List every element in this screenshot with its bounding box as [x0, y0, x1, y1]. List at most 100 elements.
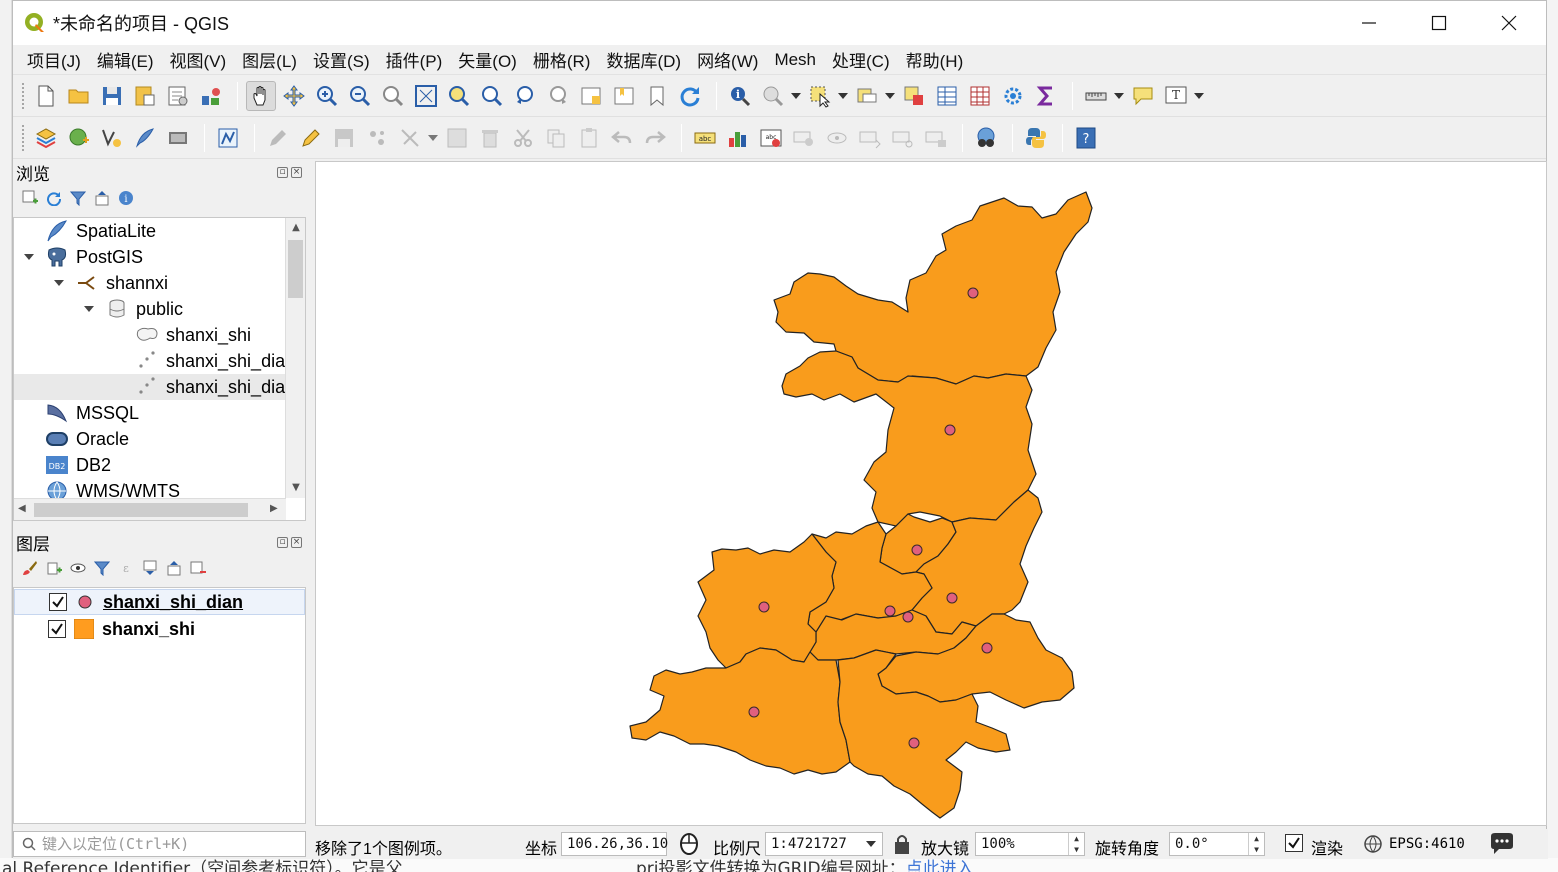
add-group-button[interactable]: [45, 559, 63, 577]
python-console-button[interactable]: [1021, 123, 1051, 153]
measure-line-button[interactable]: [1081, 81, 1111, 111]
remove-layer-button[interactable]: [189, 559, 207, 577]
cut-features-button[interactable]: [508, 123, 538, 153]
text-annotation-button[interactable]: T: [1161, 81, 1191, 111]
messages-icon[interactable]: [1489, 832, 1515, 856]
tree-item-db2[interactable]: DB2 DB2: [14, 452, 286, 478]
collapse-all-button[interactable]: [93, 189, 111, 207]
menu-layer[interactable]: 图层(L): [234, 47, 305, 72]
digitize-line-button[interactable]: [130, 123, 160, 153]
print-layout-button[interactable]: [163, 81, 193, 111]
tree-item-polygon-layer[interactable]: shanxi_shi: [14, 322, 286, 348]
menu-vector[interactable]: 矢量(O): [450, 47, 525, 72]
vertex-tool-dropdown[interactable]: [428, 123, 438, 153]
chevron-down-icon[interactable]: [24, 252, 34, 262]
city-point-marker[interactable]: [967, 287, 979, 299]
tree-item-connection[interactable]: shannxi: [14, 270, 286, 296]
lock-icon[interactable]: [893, 833, 911, 855]
tree-item-point-layer-selected[interactable]: shanxi_shi_dia: [14, 374, 286, 400]
tree-item-oracle[interactable]: Oracle: [14, 426, 286, 452]
zoom-native-button[interactable]: [378, 81, 408, 111]
scroll-left-icon[interactable]: ◀: [18, 503, 30, 514]
close-panel-button[interactable]: ×: [291, 166, 302, 178]
spin-arrows-icon[interactable]: ▲ ▼: [1248, 833, 1264, 855]
city-point-marker[interactable]: [884, 605, 896, 617]
refresh-browser-button[interactable]: [45, 189, 63, 207]
new-map-view-button[interactable]: [576, 81, 606, 111]
chevron-down-icon[interactable]: [84, 304, 94, 314]
zoom-full-button[interactable]: [411, 81, 441, 111]
open-project-button[interactable]: [64, 81, 94, 111]
float-panel-button[interactable]: ▫: [277, 166, 288, 178]
scrollbar-thumb[interactable]: [288, 240, 303, 298]
chevron-down-icon[interactable]: [54, 278, 64, 288]
crs-label[interactable]: EPSG:4610: [1389, 836, 1465, 852]
toolbar-grip[interactable]: [21, 81, 25, 110]
menu-processing[interactable]: 处理(C): [824, 47, 898, 72]
actions-button[interactable]: [758, 81, 788, 111]
scroll-down-icon[interactable]: ▼: [290, 482, 302, 494]
zoom-next-button[interactable]: [543, 81, 573, 111]
virtual-layer-button[interactable]: [163, 123, 193, 153]
processing-toolbox-button[interactable]: [998, 81, 1028, 111]
data-source-manager-button[interactable]: [31, 123, 61, 153]
browser-horizontal-scrollbar[interactable]: ◀ ▶: [14, 498, 286, 520]
save-edits-button[interactable]: [329, 123, 359, 153]
menu-web[interactable]: 网络(W): [689, 47, 766, 72]
select-dropdown[interactable]: [838, 81, 848, 111]
maximize-button[interactable]: [1404, 1, 1474, 45]
field-calculator-button[interactable]: [965, 81, 995, 111]
scroll-right-icon[interactable]: ▶: [270, 503, 282, 514]
city-point-marker[interactable]: [944, 424, 956, 436]
filter-legend-button[interactable]: [93, 559, 111, 577]
menu-mesh[interactable]: Mesh: [766, 50, 824, 70]
scale-combobox[interactable]: 1:4721727: [765, 832, 883, 856]
identify-button[interactable]: i: [725, 81, 755, 111]
refresh-button[interactable]: [675, 81, 705, 111]
manage-map-themes-button[interactable]: [69, 559, 87, 577]
change-label-button[interactable]: [921, 123, 951, 153]
minimize-button[interactable]: [1334, 1, 1404, 45]
actions-dropdown[interactable]: [791, 81, 801, 111]
rotate-label-button[interactable]: [888, 123, 918, 153]
properties-button[interactable]: i: [117, 189, 135, 207]
coordinate-field[interactable]: 106.26,36.10: [561, 832, 668, 856]
coordinate-capture-button[interactable]: [971, 123, 1001, 153]
new-bookmark-button[interactable]: [609, 81, 639, 111]
collapse-all-button[interactable]: [165, 559, 183, 577]
toggle-edit-pencil-button[interactable]: [296, 123, 326, 153]
city-point-marker[interactable]: [946, 592, 958, 604]
zoom-to-layer-button[interactable]: [477, 81, 507, 111]
vertex-tool-button[interactable]: [395, 123, 425, 153]
locator-bar[interactable]: [13, 831, 306, 857]
map-canvas[interactable]: [315, 161, 1547, 826]
pan-map-button[interactable]: [246, 80, 276, 111]
toolbar-grip[interactable]: [21, 123, 25, 152]
float-panel-button[interactable]: ▫: [277, 536, 288, 548]
toggle-editing-button[interactable]: [213, 123, 243, 153]
current-edits-button[interactable]: [263, 123, 293, 153]
zoom-to-selection-button[interactable]: [444, 81, 474, 111]
add-vector-layer-button[interactable]: [97, 123, 127, 153]
close-panel-button[interactable]: ×: [291, 536, 302, 548]
attribute-table-button[interactable]: [932, 81, 962, 111]
city-point-marker[interactable]: [758, 601, 770, 613]
locator-input[interactable]: [42, 835, 292, 853]
zoom-in-button[interactable]: [312, 81, 342, 111]
rotation-spinbox[interactable]: 0.0° ▲ ▼: [1169, 832, 1265, 856]
city-point-marker[interactable]: [748, 706, 760, 718]
zoom-last-button[interactable]: [510, 81, 540, 111]
tree-item-schema[interactable]: public: [14, 296, 286, 322]
menu-settings[interactable]: 设置(S): [305, 47, 378, 72]
expand-all-button[interactable]: [141, 559, 159, 577]
menu-view[interactable]: 视图(V): [162, 47, 235, 72]
city-point-marker[interactable]: [981, 642, 993, 654]
undo-button[interactable]: [607, 123, 637, 153]
save-as-button[interactable]: [130, 81, 160, 111]
tree-item-mssql[interactable]: MSSQL: [14, 400, 286, 426]
add-selected-layers-button[interactable]: [21, 189, 39, 207]
map-tips-button[interactable]: [1128, 81, 1158, 111]
annotation-dropdown[interactable]: [1194, 81, 1204, 111]
modify-attributes-button[interactable]: [442, 123, 472, 153]
layer-visibility-checkbox[interactable]: [49, 593, 67, 611]
